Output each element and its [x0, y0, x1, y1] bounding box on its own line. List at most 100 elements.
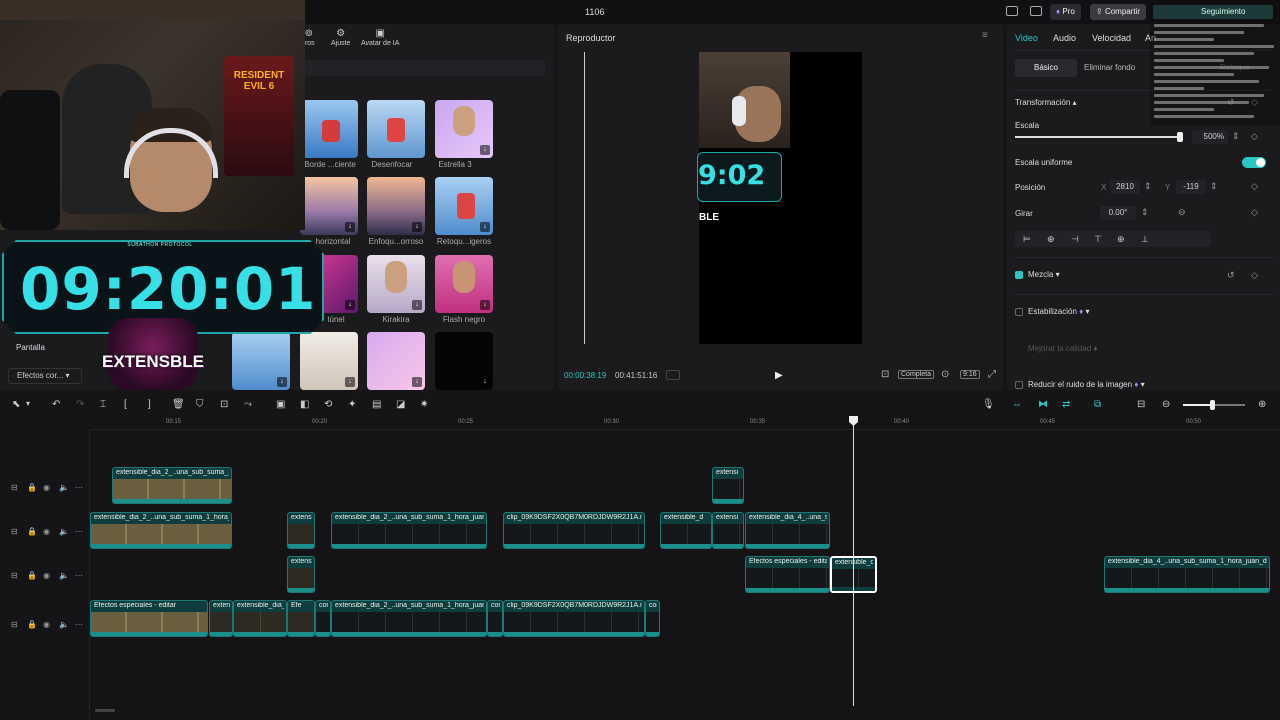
- timeline-clip[interactable]: clip_09K9DSF2X0QB7M0RDJDW9R2J1A.mp4: [503, 600, 645, 637]
- effect-thumb-row4-c[interactable]: ↓: [367, 332, 425, 390]
- track-thumb-icon[interactable]: ⊟: [11, 483, 18, 492]
- rotate-dial-icon[interactable]: ⊖: [1178, 207, 1186, 218]
- crop-icon[interactable]: ⊡: [881, 369, 889, 380]
- position-y-input[interactable]: -119: [1176, 180, 1206, 194]
- effects-dropdown[interactable]: Efectos cor... ▾: [8, 368, 82, 384]
- align-center-v-icon[interactable]: ⊕: [1117, 234, 1125, 245]
- eye-icon[interactable]: ◉: [43, 571, 50, 580]
- stabilization-section[interactable]: Estabilización ♦ ▾: [1028, 307, 1089, 316]
- redo-icon[interactable]: ↷: [76, 399, 84, 410]
- track-thumb-icon[interactable]: ⊟: [11, 527, 18, 536]
- tab-velocidad[interactable]: Velocidad: [1092, 33, 1131, 43]
- timeline-clip-effects[interactable]: Efe: [287, 600, 315, 637]
- effect-thumb-row4-d[interactable]: ↓: [435, 332, 493, 390]
- layout-icon[interactable]: [1006, 6, 1018, 16]
- download-icon[interactable]: ↓: [412, 300, 422, 310]
- fit-icon[interactable]: ⊟: [1137, 399, 1145, 410]
- timeline-clip[interactable]: extensible_dia_2_..una_sub_suma_1_hora_j…: [112, 467, 232, 504]
- download-icon[interactable]: ↓: [277, 377, 287, 387]
- fullscreen-icon[interactable]: ⤢: [988, 369, 996, 380]
- timeline-clip[interactable]: extensi: [712, 512, 744, 549]
- tab-audio[interactable]: Audio: [1053, 33, 1076, 43]
- motion-icon[interactable]: ⤳: [244, 399, 252, 410]
- more-icon[interactable]: ⋯: [75, 620, 83, 629]
- download-icon[interactable]: ↓: [345, 222, 355, 232]
- timeline-clip[interactable]: extensib: [287, 512, 315, 549]
- caption-icon[interactable]: ▤: [372, 399, 381, 410]
- shield-icon[interactable]: ⛉: [196, 399, 204, 410]
- aspect-ratio-button[interactable]: 9:16: [960, 370, 980, 379]
- split-icon[interactable]: ⌶: [100, 399, 106, 410]
- category-pantalla[interactable]: Pantalla: [16, 343, 45, 352]
- screenshot-icon[interactable]: ⊙: [941, 369, 949, 380]
- main-track-magnet-icon[interactable]: ⇔: [1012, 399, 1022, 410]
- timeline-clip[interactable]: extensible_dia_2_..una_sub_suma_1_hora_j…: [331, 600, 487, 637]
- timeline-clip[interactable]: extensible_dia_2_..una_sub_suma_1_hora_j…: [331, 512, 487, 549]
- scale-input[interactable]: 500%: [1192, 130, 1228, 144]
- timeline-clip[interactable]: clip_09K9DSF2X0QB7M0RDJDW9R2J1A.mp4: [503, 512, 645, 549]
- delete-icon[interactable]: 🗑: [172, 399, 185, 410]
- share-button[interactable]: ⇪ Compartir: [1090, 4, 1147, 20]
- time-ruler[interactable]: [90, 416, 1280, 430]
- effect-thumb-desenfocar[interactable]: [367, 100, 425, 158]
- download-icon[interactable]: ↓: [480, 300, 490, 310]
- tab-video[interactable]: Video: [1015, 33, 1038, 43]
- download-icon[interactable]: ↓: [412, 222, 422, 232]
- noise-checkbox[interactable]: [1015, 381, 1023, 389]
- effect-thumb-row4-b[interactable]: ↓: [300, 332, 358, 390]
- align-top-icon[interactable]: ⊤: [1094, 234, 1102, 245]
- mirror-icon[interactable]: ◧: [300, 399, 309, 410]
- speaker-icon[interactable]: 🔈: [59, 571, 69, 580]
- track-thumb-icon[interactable]: ⊟: [11, 620, 18, 629]
- stepper-icon[interactable]: ⇕: [1232, 131, 1240, 142]
- rotate-input[interactable]: 0.00°: [1100, 206, 1136, 220]
- link-icon[interactable]: ⇄: [1062, 399, 1070, 410]
- timeline-clip-effects[interactable]: Efectos especiales - editar: [90, 600, 208, 637]
- tracking-tab[interactable]: Seguimiento: [1153, 5, 1273, 19]
- timeline-clip[interactable]: extensible_dia_4_..una_sub: [745, 512, 830, 549]
- pro-button[interactable]: ♦ Pro: [1050, 4, 1081, 20]
- effect-thumb-kirakira[interactable]: ↓: [367, 255, 425, 313]
- effect-thumb-flash-negro[interactable]: ↓: [435, 255, 493, 313]
- freeze-icon[interactable]: ▣: [276, 399, 285, 410]
- blend-checkbox[interactable]: [1015, 271, 1023, 279]
- download-icon[interactable]: ↓: [345, 377, 355, 387]
- download-icon[interactable]: ↓: [480, 145, 490, 155]
- speaker-icon[interactable]: 🔈: [59, 483, 69, 492]
- play-button[interactable]: ▶: [775, 370, 783, 381]
- tab-ajuste[interactable]: ⚙ Ajuste: [331, 28, 350, 47]
- keyframe-icon[interactable]: ◇: [1251, 131, 1258, 142]
- subtab-basico[interactable]: Básico: [1015, 59, 1077, 77]
- search-input[interactable]: [305, 60, 545, 76]
- timeline-clip-effects[interactable]: Efectos especiales - edital: [745, 556, 830, 593]
- timeline-clip[interactable]: con: [645, 600, 660, 637]
- effect-thumb-row4-a[interactable]: ↓: [232, 332, 290, 390]
- align-right-icon[interactable]: ⊣: [1071, 234, 1079, 245]
- timeline-clip[interactable]: extensible_d: [660, 512, 712, 549]
- timeline-clip[interactable]: extens: [209, 600, 233, 637]
- reset-icon[interactable]: ↺: [1227, 270, 1235, 281]
- align-center-h-icon[interactable]: ⊕: [1047, 234, 1055, 245]
- tab-avatar-ia[interactable]: ▣ Avatar de IA: [361, 28, 399, 47]
- speaker-icon[interactable]: 🔈: [59, 527, 69, 536]
- lock-icon[interactable]: 🔒: [27, 571, 37, 580]
- scale-slider[interactable]: [1015, 136, 1183, 138]
- download-icon[interactable]: ↓: [412, 377, 422, 387]
- timeline-clip[interactable]: extensi: [712, 467, 744, 504]
- stepper-icon[interactable]: ⇕: [1144, 181, 1152, 192]
- blend-section[interactable]: Mezcla ▾: [1028, 270, 1060, 279]
- scale-slider-handle[interactable]: [1176, 132, 1183, 142]
- timeline-clip[interactable]: con: [315, 600, 331, 637]
- rotate-icon[interactable]: ⟲: [324, 399, 332, 410]
- timeline-clip[interactable]: extensible_dia_4_..una_sub_suma_1_hora_j…: [1104, 556, 1270, 593]
- subtab-eliminar-fondo[interactable]: Eliminar fondo: [1084, 63, 1135, 72]
- magic-wand-icon[interactable]: ✦: [348, 399, 356, 410]
- microphone-icon[interactable]: 🎙: [982, 399, 995, 410]
- track-thumb-icon[interactable]: ⊟: [11, 571, 18, 580]
- shortcuts-icon[interactable]: [1030, 6, 1042, 16]
- timeline-clip[interactable]: con: [487, 600, 503, 637]
- eye-icon[interactable]: ◉: [43, 527, 50, 536]
- align-left-icon[interactable]: ⊨: [1023, 234, 1031, 245]
- effect-thumb-enfoque[interactable]: ↓: [367, 177, 425, 235]
- stepper-icon[interactable]: ⇕: [1141, 207, 1149, 218]
